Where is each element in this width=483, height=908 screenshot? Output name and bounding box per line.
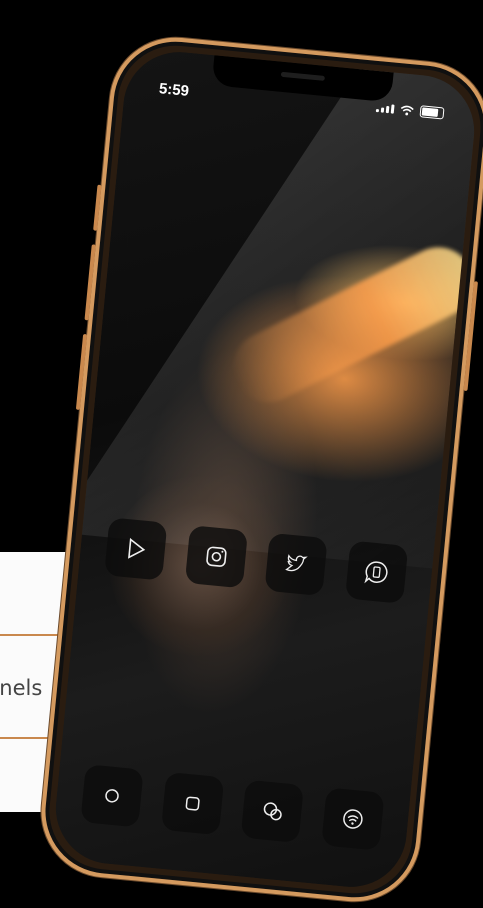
- instagram-icon: [205, 546, 227, 567]
- phone-chat-icon: [364, 561, 388, 584]
- app-icon: [105, 789, 119, 803]
- phone-chat-app-icon[interactable]: [344, 540, 409, 604]
- battery-icon: [419, 105, 445, 120]
- phone-power-button: [463, 281, 478, 392]
- phone-side-button: [93, 184, 102, 231]
- wifi-icon: [400, 105, 414, 115]
- phone-volume-down: [75, 333, 88, 410]
- phone-notch: [211, 55, 394, 103]
- instagram-app-icon[interactable]: [184, 525, 248, 589]
- dock-app-2[interactable]: [160, 771, 224, 836]
- messages-app-icon[interactable]: [240, 779, 305, 843]
- earpiece-speaker: [280, 71, 325, 81]
- signal-icon: [375, 103, 395, 114]
- podcast-icon: [343, 809, 363, 829]
- app-icon: [185, 796, 200, 811]
- dock-app-row: [80, 764, 385, 851]
- twitter-icon: [285, 554, 309, 572]
- play-icon: [128, 537, 146, 559]
- status-time: 5:59: [158, 80, 190, 100]
- screen-glare: [53, 47, 480, 572]
- messages-icon: [264, 802, 283, 821]
- play-app-icon[interactable]: [104, 517, 168, 581]
- dock-app-1[interactable]: [80, 764, 144, 828]
- phone-screen: 5:59: [50, 47, 480, 892]
- podcast-app-icon[interactable]: [321, 787, 385, 851]
- phone-volume-up: [84, 244, 96, 321]
- twitter-app-icon[interactable]: [264, 532, 329, 597]
- phone-mockup: 5:59: [35, 31, 483, 908]
